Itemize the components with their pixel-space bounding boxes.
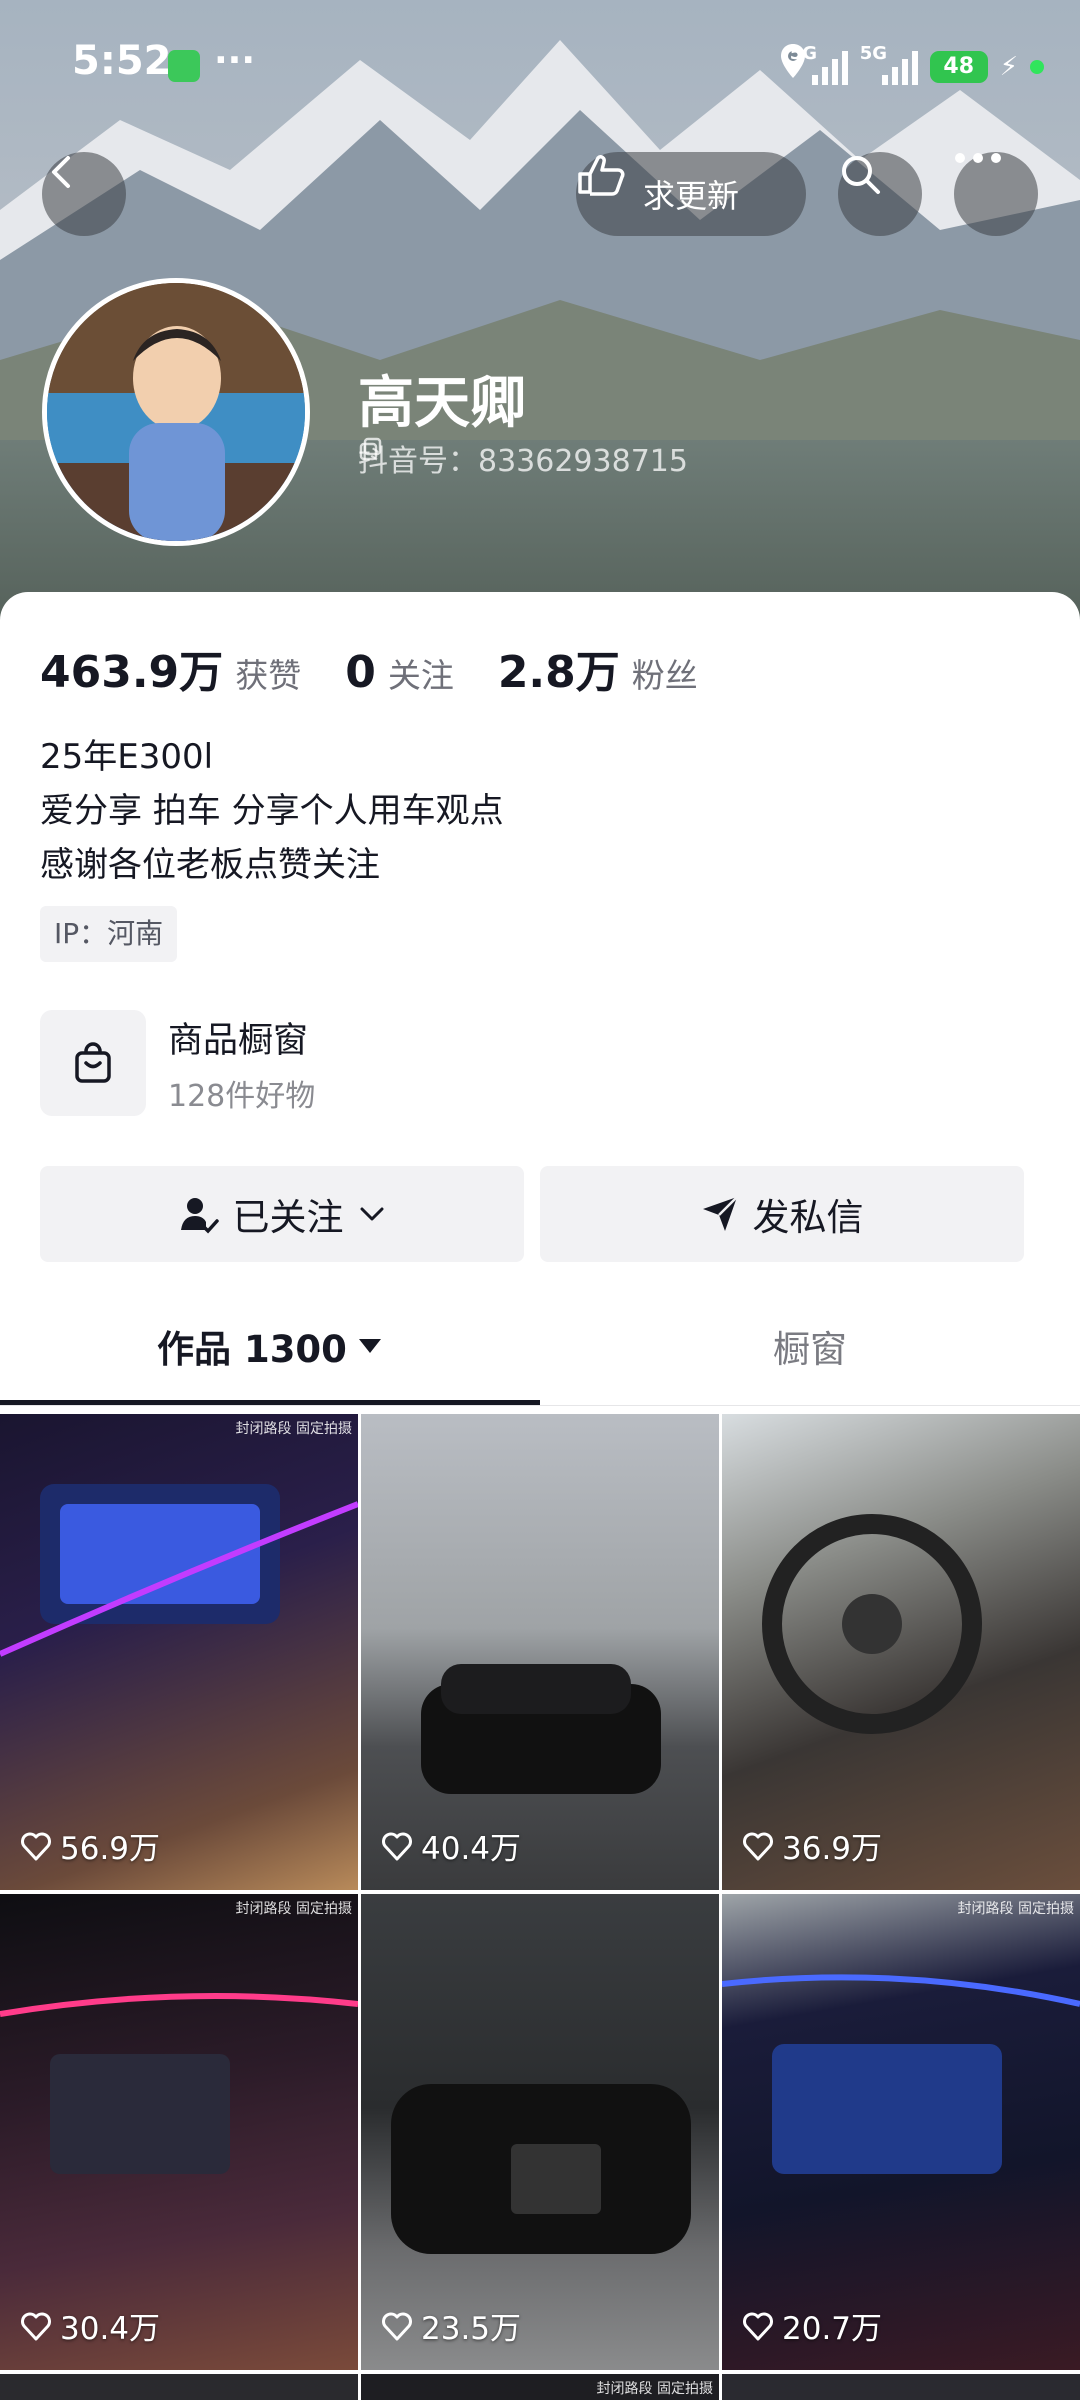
stat-following[interactable]: 0 关注 [345,647,454,698]
charging-app-icon [168,50,200,82]
content-tabs: 作品 1300 橱窗 [0,1290,1080,1406]
video-watermark: 封闭路段 固定拍摄 [235,1421,352,1437]
like-count: 30.4万 [20,2303,160,2348]
video-thumbnail[interactable]: 23.5万 [361,1894,719,2370]
car-dashboard-thumbnail [0,1993,358,2174]
video-thumbnail[interactable]: 封闭路段 固定拍摄 30.4万 [0,1894,358,2370]
tab-works[interactable]: 作品 1300 [0,1290,540,1402]
battery-indicator: 48 [929,51,988,83]
heart-icon [743,2312,773,2340]
video-thumbnail[interactable]: 封闭路段 固定拍摄 [361,2374,719,2400]
ip-location-tag: IP：河南 [40,906,178,962]
video-thumbnail[interactable]: 40.4万 [361,1414,719,1890]
followed-label: 已关注 [232,1196,344,1239]
stat-likes[interactable]: 463.9万 获赞 [40,636,301,700]
avatar[interactable] [42,278,310,546]
like-count: 36.9万 [742,1823,882,1868]
charging-icon: ⚡ [999,52,1018,82]
like-count: 20.7万 [742,2303,882,2348]
tab-window-label: 橱窗 [773,1328,847,1371]
request-update-label: 求更新 [642,177,739,215]
stat-followers-num: 2.8万 [497,647,620,698]
video-thumbnail[interactable]: 封闭路段 固定拍摄 20.7万 [722,1894,1080,2370]
video-watermark: 封闭路段 固定拍摄 [957,1901,1074,1917]
stat-followers[interactable]: 2.8万 粉丝 [498,636,698,700]
like-count: 56.9万 [20,1823,160,1868]
video-watermark: 封闭路段 固定拍摄 [235,1901,352,1917]
video-thumbnail[interactable]: 36.9万 [722,1414,1080,1890]
car-street-thumbnail [421,1664,661,1794]
stat-likes-num: 463.9万 [40,647,224,698]
heart-icon [21,1832,51,1860]
shop-subtitle: 128件好物 [168,1078,316,1114]
douyin-id: 抖音号：83362938715 [358,436,688,480]
send-message-button[interactable]: 发私信 [540,1166,1024,1262]
car-screen-thumbnail [722,1974,1080,2174]
douyin-id-text: 抖音号：83362938715 [358,444,688,479]
search-icon [842,156,880,194]
privacy-dot-icon [1030,60,1044,74]
video-thumbnail[interactable]: 封闭路段 固定拍摄 56.9万 [0,1414,358,1890]
video-thumbnail[interactable] [0,2374,358,2400]
back-icon [52,156,70,188]
car-front-thumbnail [391,2084,691,2254]
heart-icon [743,1832,773,1860]
signal-2-icon: 5G [860,43,918,87]
more-button[interactable] [954,152,1038,236]
heart-icon [382,1832,412,1860]
status-bar: 5:52 ··· 5G 5G 48 ⚡ [0,0,1080,130]
like-count: 23.5万 [381,2303,521,2348]
profile-stats: 463.9万 获赞 0 关注 2.8万 粉丝 [40,636,698,700]
chevron-down-icon [360,1207,383,1221]
avatar-child-photo [47,283,305,541]
tabs-divider [0,1405,1080,1406]
followed-button[interactable]: 已关注 [40,1166,524,1262]
heart-icon [382,2312,412,2340]
tab-works-label: 作品 1300 [157,1328,347,1371]
send-icon [702,1196,738,1231]
back-button[interactable] [42,152,126,236]
hand-icon [578,155,625,196]
car-interior-thumbnail [0,1484,358,1657]
stat-following-label: 关注 [387,656,454,695]
shop-title: 商品橱窗 [168,1020,309,1061]
user-check-icon [180,1198,219,1234]
bio-line: 爱分享 拍车 分享个人用车观点 [40,791,504,831]
like-count: 40.4万 [381,1823,521,1868]
video-watermark: 封闭路段 固定拍摄 [596,2381,713,2397]
car-steering-thumbnail [762,1514,982,1734]
message-label: 发私信 [752,1196,864,1239]
shop-window-entry[interactable]: 商品橱窗 128件好物 [40,1010,315,1116]
bio-line: 感谢各位老板点赞关注 [40,845,380,885]
caret-down-icon [358,1339,381,1353]
bio-line: 25年E300l [40,737,214,777]
search-button[interactable] [838,152,922,236]
profile-name: 高天卿 [358,371,526,436]
copy-icon[interactable] [358,436,384,462]
heart-icon [21,2312,51,2340]
tab-window[interactable]: 橱窗 [540,1290,1080,1402]
stat-followers-label: 粉丝 [631,656,698,695]
signal-1-icon: 5G [790,43,848,87]
video-thumbnail[interactable] [722,2374,1080,2400]
profile-bio: 25年E300l 爱分享 拍车 分享个人用车观点 感谢各位老板点赞关注 [40,730,504,892]
stat-following-num: 0 [345,647,376,698]
profile-cover: 5:52 ··· 5G 5G 48 ⚡ 求更新 高天卿 抖音号：83362938… [0,0,1080,620]
status-time: 5:52 [72,38,172,84]
more-icon [955,153,1001,163]
request-update-button[interactable]: 求更新 [576,152,806,236]
stat-likes-label: 获赞 [235,656,302,695]
shopping-bag-icon [40,1010,146,1116]
status-more-dots: ··· [214,40,256,81]
